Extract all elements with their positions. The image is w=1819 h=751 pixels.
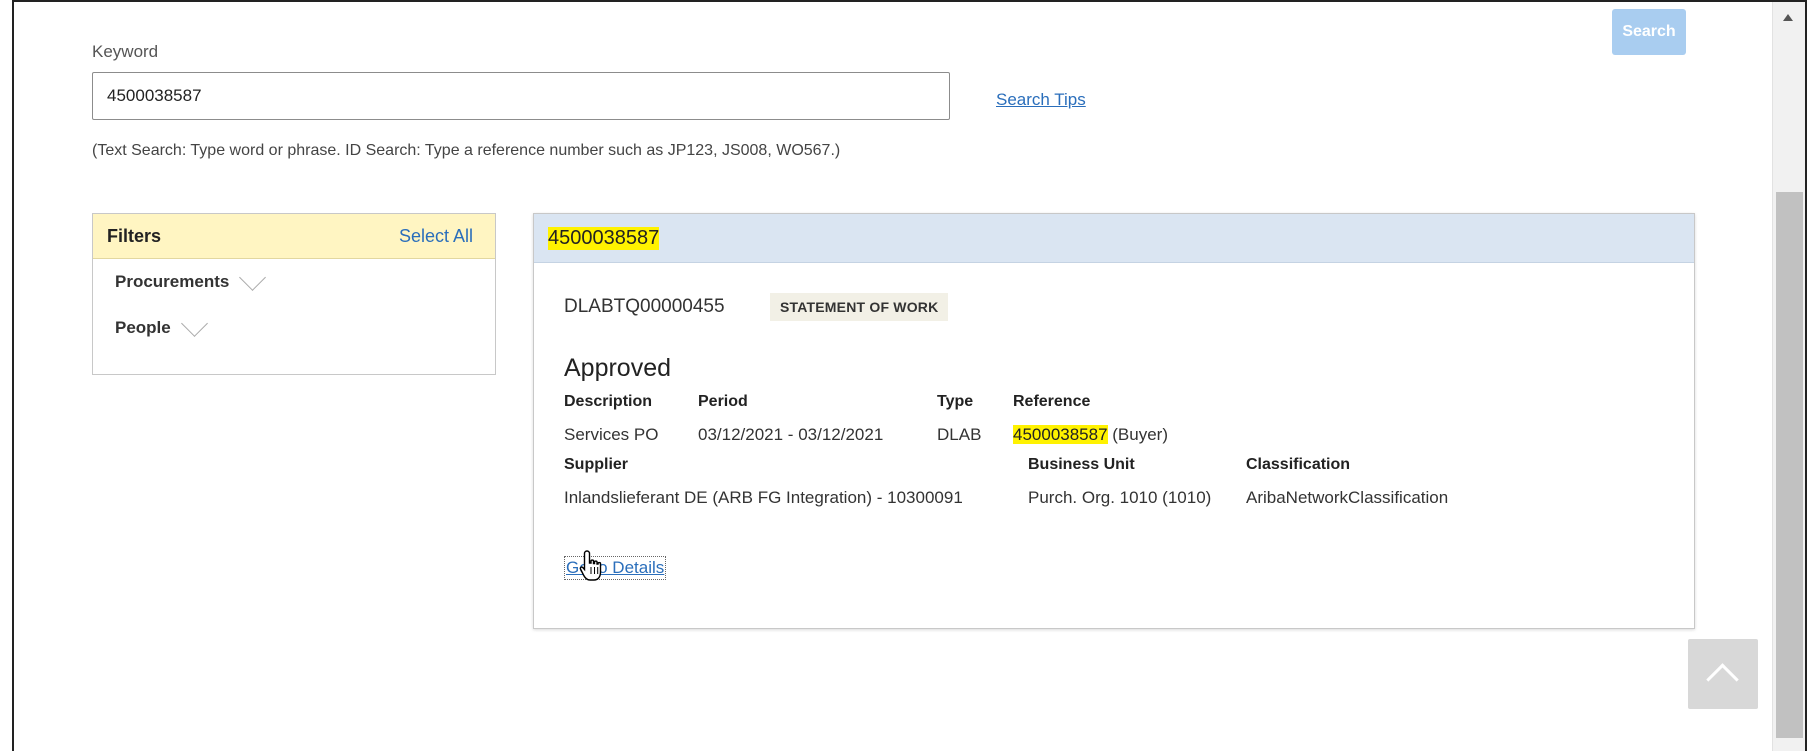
keyword-label: Keyword xyxy=(92,42,159,61)
status-text: Approved xyxy=(564,354,672,382)
result-id-highlight: 4500038587 xyxy=(548,226,660,250)
chevron-down-icon[interactable] xyxy=(239,263,267,291)
reference-suffix: (Buyer) xyxy=(1107,425,1169,444)
reference-label: Reference xyxy=(1013,393,1091,410)
reference-value: 4500038587 (Buyer) xyxy=(1013,425,1168,445)
business-unit-label: Business Unit xyxy=(1028,456,1135,473)
back-to-top-icon xyxy=(1706,663,1739,696)
filter-people[interactable]: People xyxy=(115,309,208,338)
filters-panel: Filters Select All Procurements People xyxy=(92,213,496,375)
keyword-input[interactable] xyxy=(92,72,950,120)
document-number: DLABTQ00000455 xyxy=(564,296,725,317)
filters-header: Filters Select All xyxy=(93,214,495,259)
back-to-top-button[interactable] xyxy=(1688,639,1758,709)
period-value: 03/12/2021 - 03/12/2021 xyxy=(698,425,884,444)
document-type-badge: STATEMENT OF WORK xyxy=(770,293,949,321)
scroll-up-icon[interactable] xyxy=(1783,14,1793,21)
supplier-value: Inlandslieferant DE (ARB FG Integration)… xyxy=(564,488,963,507)
filter-procurements[interactable]: Procurements xyxy=(115,263,267,292)
scrollbar-thumb[interactable] xyxy=(1776,192,1803,738)
type-value: DLAB xyxy=(937,425,982,444)
app-frame: Search Keyword Search Tips (Text Search:… xyxy=(12,0,1807,751)
business-unit-value: Purch. Org. 1010 (1010) xyxy=(1028,488,1212,507)
type-label: Type xyxy=(937,393,974,410)
reference-number-highlight: 4500038587 xyxy=(1013,425,1108,444)
search-button[interactable]: Search xyxy=(1612,9,1686,55)
filter-label: Procurements xyxy=(115,272,230,291)
description-label: Description xyxy=(564,393,653,410)
main-content: Search Keyword Search Tips (Text Search:… xyxy=(14,2,1772,751)
hand-cursor-icon xyxy=(579,550,602,581)
chevron-down-icon[interactable] xyxy=(180,309,208,337)
classification-label: Classification xyxy=(1246,456,1351,473)
description-value: Services PO xyxy=(564,425,659,444)
search-hint: (Text Search: Type word or phrase. ID Se… xyxy=(92,142,841,159)
result-card-header: 4500038587 xyxy=(534,214,1694,263)
search-tips-link[interactable]: Search Tips xyxy=(996,90,1086,110)
result-card: 4500038587 DLABTQ00000455 STATEMENT OF W… xyxy=(533,213,1695,629)
period-label: Period xyxy=(698,393,748,410)
filter-label: People xyxy=(115,318,171,337)
supplier-label: Supplier xyxy=(564,456,629,473)
classification-value: AribaNetworkClassification xyxy=(1246,488,1449,507)
filters-title: Filters xyxy=(107,225,162,246)
select-all-link[interactable]: Select All xyxy=(399,226,473,247)
